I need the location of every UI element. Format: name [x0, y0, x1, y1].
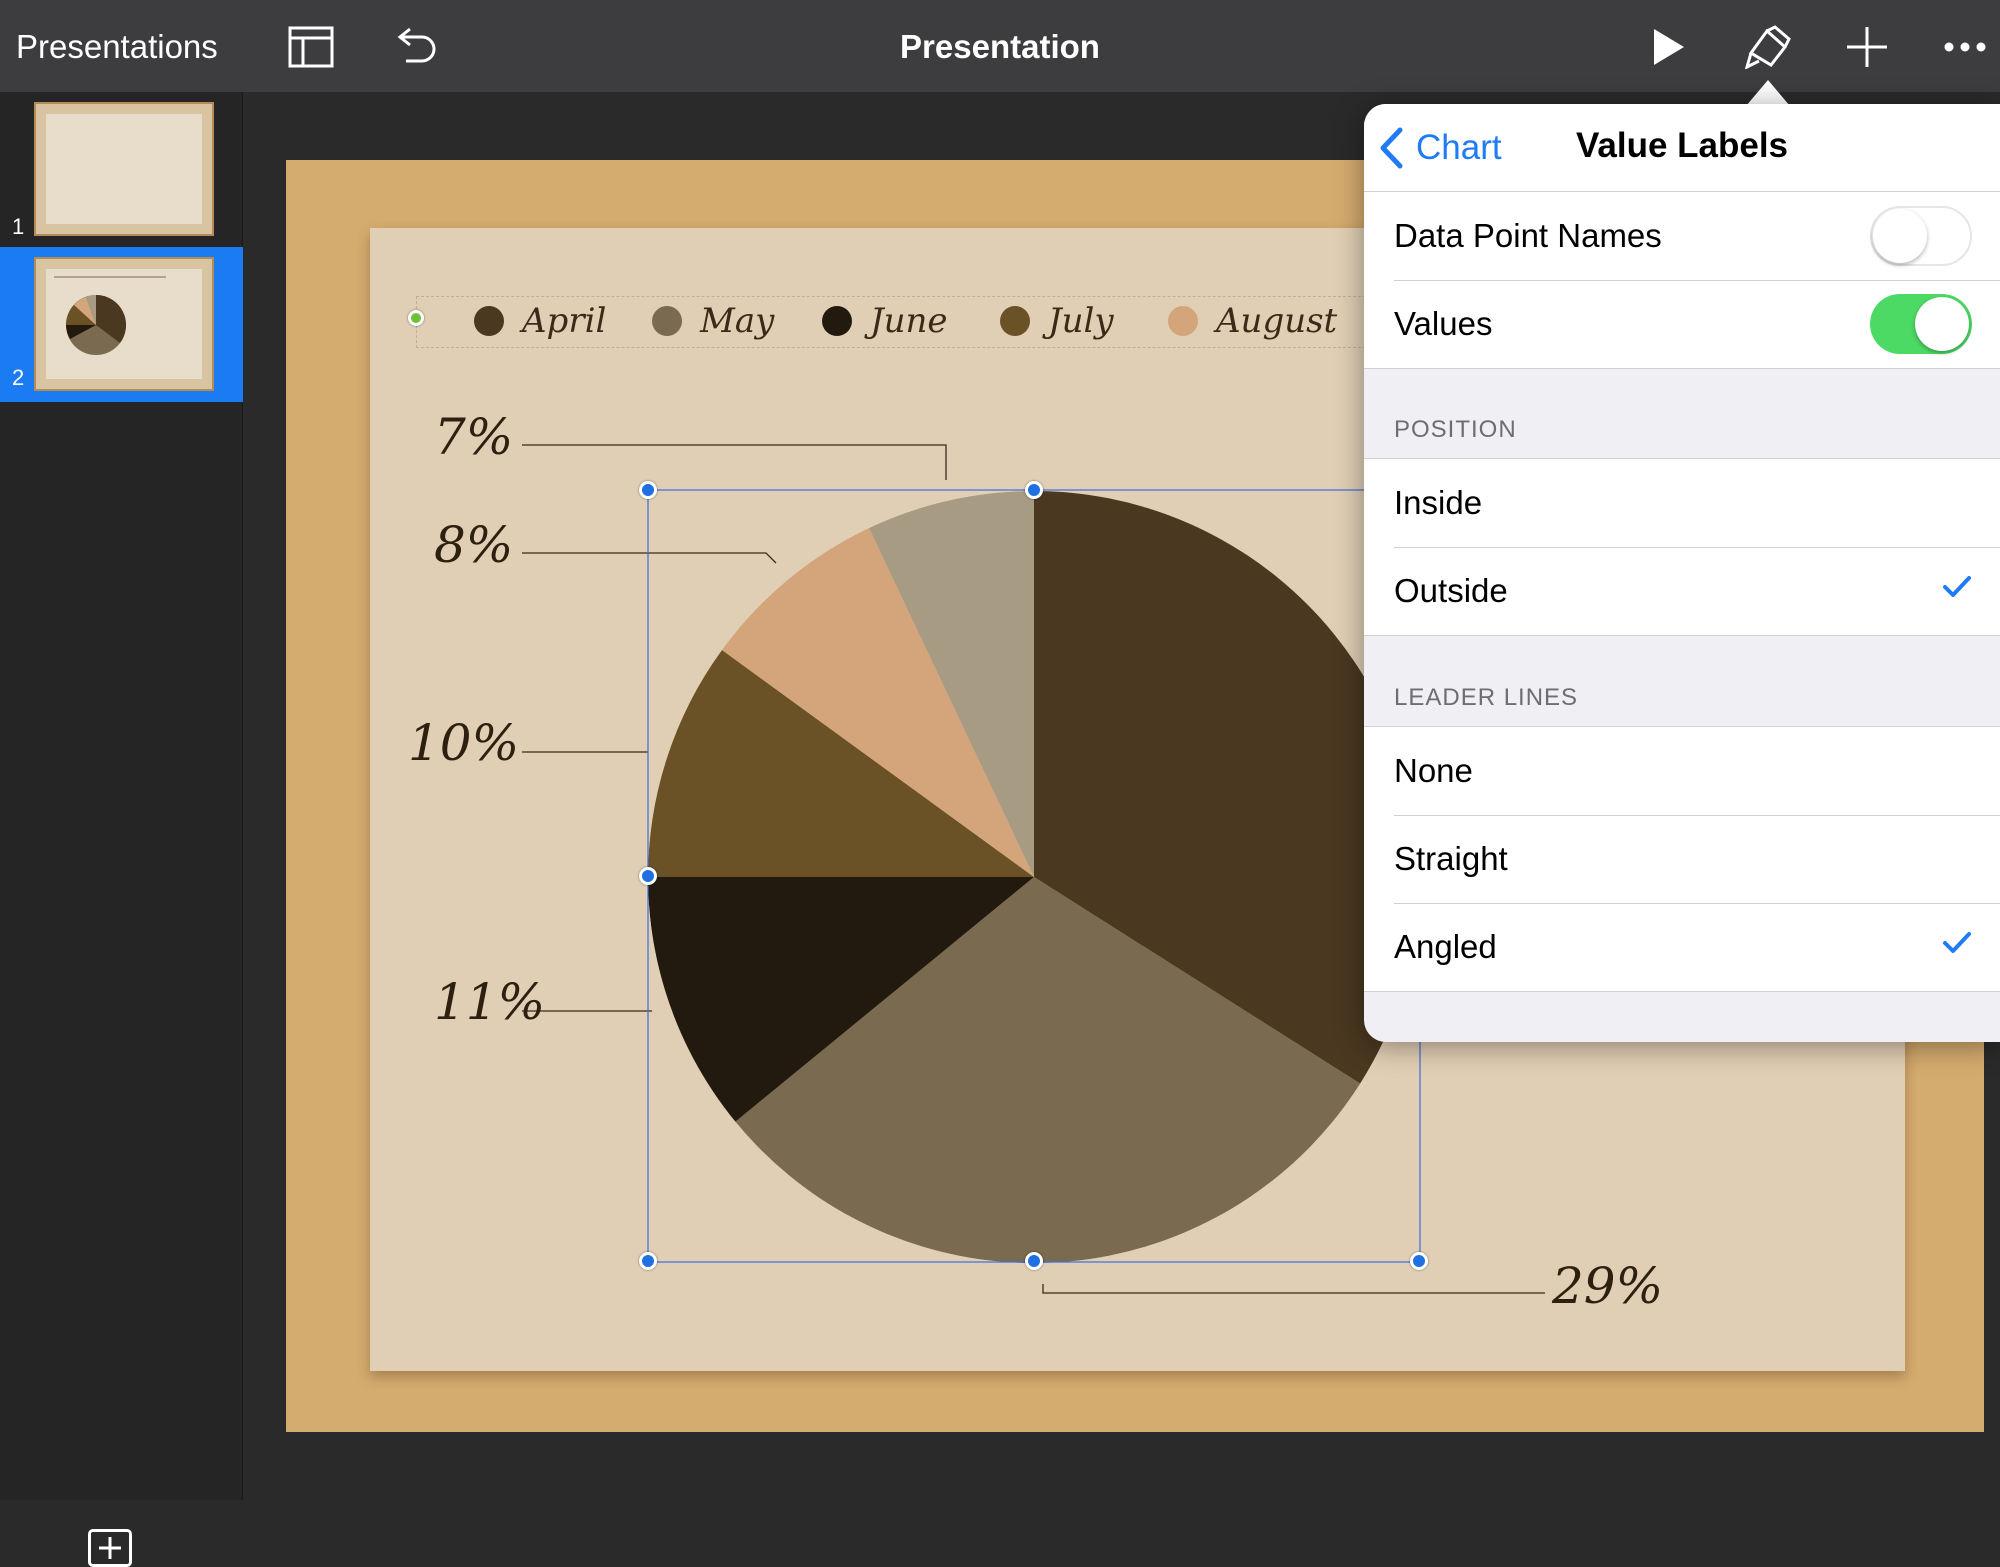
popover-header: Chart Value Labels	[1364, 104, 2000, 192]
position-group: Inside Outside	[1364, 458, 2000, 636]
values-toggle[interactable]	[1870, 294, 1972, 354]
row-label: Straight	[1394, 840, 1508, 877]
resize-handle-bottom[interactable]	[1025, 1252, 1043, 1270]
toggle-group: Data Point Names Values	[1364, 192, 2000, 369]
checkmark-icon	[1943, 576, 1971, 597]
row-label: None	[1394, 752, 1473, 789]
position-option-inside[interactable]: Inside	[1364, 459, 2000, 547]
back-label: Chart	[1416, 128, 1502, 167]
toggle-knob	[1873, 209, 1927, 263]
position-section-header: POSITION	[1394, 416, 1517, 443]
add-slide-button[interactable]	[88, 1529, 132, 1567]
resize-handle-bottom-right[interactable]	[1410, 1252, 1428, 1270]
value-label: 11%	[434, 973, 546, 1031]
chevron-left-icon	[1380, 127, 1403, 169]
row-label: Values	[1394, 305, 1493, 342]
resize-handle-top[interactable]	[1025, 481, 1043, 499]
row-label: Outside	[1394, 572, 1508, 609]
plus-icon	[99, 1537, 121, 1559]
row-label: Data Point Names	[1394, 217, 1662, 254]
row-label: Angled	[1394, 928, 1497, 965]
chart-back-button[interactable]: Chart	[1378, 126, 1502, 170]
resize-handle-top-left[interactable]	[639, 481, 657, 499]
value-label: 7%	[434, 408, 514, 466]
resize-handle-bottom-left[interactable]	[639, 1252, 657, 1270]
leader-option-none[interactable]: None	[1364, 727, 2000, 815]
row-label: Inside	[1394, 484, 1483, 521]
leader-line	[522, 444, 947, 480]
leader-lines-section-header: LEADER LINES	[1394, 684, 1579, 711]
value-label: 8%	[434, 516, 514, 574]
toggle-knob	[1915, 297, 1969, 351]
value-labels-popover: Chart Value Labels Data Point Names Valu…	[1364, 104, 2000, 1042]
popover-arrow	[1746, 80, 1790, 106]
leader-option-angled[interactable]: Angled	[1364, 903, 2000, 991]
data-point-names-row[interactable]: Data Point Names	[1364, 192, 2000, 280]
values-row[interactable]: Values	[1364, 280, 2000, 368]
resize-handle-left[interactable]	[639, 867, 657, 885]
value-label: 10%	[408, 714, 520, 772]
checkmark-icon	[1943, 932, 1971, 953]
leader-lines-group: None Straight Angled	[1364, 726, 2000, 992]
position-option-outside[interactable]: Outside	[1364, 547, 2000, 635]
data-point-names-toggle[interactable]	[1870, 206, 1972, 266]
leader-line	[1042, 1284, 1545, 1294]
value-label: 29%	[1552, 1257, 1664, 1315]
leader-option-straight[interactable]: Straight	[1364, 815, 2000, 903]
leader-line	[522, 552, 777, 564]
